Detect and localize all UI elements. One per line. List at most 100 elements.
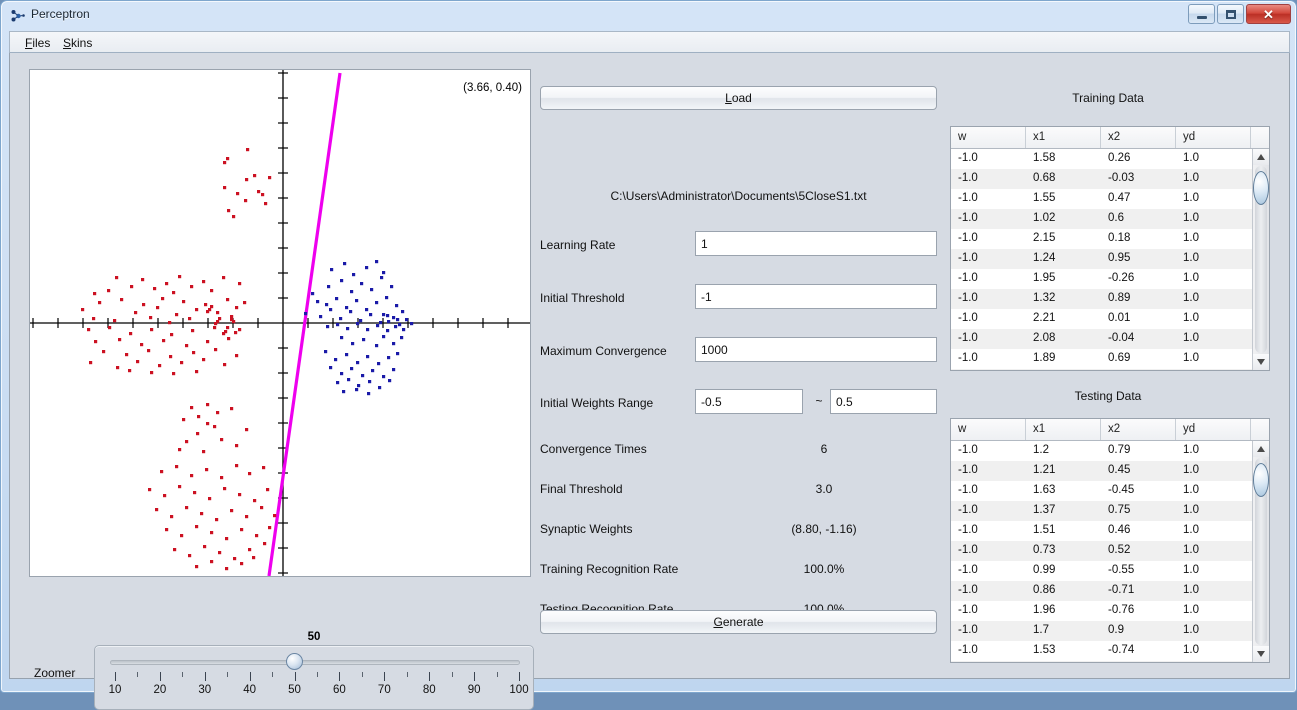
cell-yd: 1.0	[1183, 272, 1199, 284]
cell-x1: 1.2	[1033, 444, 1049, 456]
table-row[interactable]: -1.0 1.32 0.89 1.0	[951, 289, 1269, 309]
table-row[interactable]: -1.0 2.15 0.18 1.0	[951, 229, 1269, 249]
testing-table-body[interactable]: -1.0 1.2 0.79 1.0 -1.0 1.21 0.45 1.0 -1.0 1.63 -0.…	[951, 441, 1269, 662]
column-header-x2[interactable]: x2	[1101, 419, 1176, 440]
column-header-yd[interactable]: yd	[1176, 419, 1251, 440]
slider-tick-label: 30	[198, 684, 212, 696]
slider-tick-major	[115, 672, 116, 681]
slider-tick-label: 90	[467, 684, 481, 696]
menu-item-skins[interactable]: Skins	[58, 35, 97, 51]
table-row[interactable]: -1.0 0.86 -0.71 1.0	[951, 581, 1269, 601]
slider-tick-major	[339, 672, 341, 681]
table-row[interactable]: -1.0 1.53 -0.74 1.0	[951, 641, 1269, 661]
cell-x2: -0.17	[1101, 661, 1176, 662]
table-row[interactable]: -1.0 1.24 0.95 1.0	[951, 249, 1269, 269]
training-scrollbar[interactable]	[1252, 149, 1269, 370]
menu-item-files[interactable]: Files	[20, 35, 55, 51]
table-row[interactable]: -1.0 1.21 0.45 1.0	[951, 461, 1269, 481]
title-bar[interactable]: Perceptron ✕	[1, 1, 1297, 30]
table-row[interactable]: -1.01.94-0.881.0	[951, 369, 1269, 370]
cell-yd: 1.0	[1183, 252, 1199, 264]
cell-w: -1.0	[958, 252, 978, 264]
cell-x2: -0.45	[1108, 484, 1135, 496]
training-table-body[interactable]: -1.0 1.58 0.26 1.0 -1.0 0.68 -0.03 1.0 -1.0 1.55 0…	[951, 149, 1269, 370]
learning-rate-input[interactable]: 1	[695, 231, 937, 256]
slider-tick-major	[249, 672, 251, 681]
zoomer-slider-panel[interactable]: 10 20 30 40 50 60 70 80 90 100	[94, 645, 534, 710]
table-row[interactable]: -1.0 1.2 0.79 1.0	[951, 441, 1269, 461]
cell-x1: 1.94	[1026, 369, 1101, 370]
table-row[interactable]: -1.0 1.95 -0.26 1.0	[951, 269, 1269, 289]
table-row[interactable]: -1.0 1.51 0.46 1.0	[951, 521, 1269, 541]
generate-rest: enerate	[722, 615, 764, 629]
column-header-x1[interactable]: x1	[1026, 419, 1101, 440]
training-scrollbar-thumb[interactable]	[1253, 171, 1269, 205]
training-scroll-down-icon[interactable]	[1253, 354, 1269, 370]
cell-yd: 1.0	[1183, 444, 1199, 456]
initial-threshold-input[interactable]: -1	[695, 284, 937, 309]
table-row[interactable]: -1.0 1.37 0.75 1.0	[951, 501, 1269, 521]
cell-yd: 1.0	[1183, 332, 1199, 344]
column-header-x1[interactable]: x1	[1026, 127, 1101, 148]
table-row[interactable]: -1.0 1.96 -0.76 1.0	[951, 601, 1269, 621]
maximum-convergence-input[interactable]: 1000	[695, 337, 937, 362]
slider-tick-label: 100	[509, 684, 529, 696]
table-row[interactable]: -1.0 0.99 -0.55 1.0	[951, 561, 1269, 581]
slider-tick-minor	[137, 672, 139, 677]
weights-range-separator: ~	[815, 394, 823, 408]
training-data-table[interactable]: w x1 x2 yd -1.0 1.58 0.26 1.0 -1.0 0.68 -0.03 1.0-…	[950, 126, 1270, 371]
cell-yd: 1.0	[1183, 544, 1199, 556]
value-final-threshold: 3.0	[815, 482, 833, 496]
testing-scrollbar[interactable]	[1252, 441, 1269, 662]
table-row[interactable]: -1.0 0.68 -0.03 1.0	[951, 169, 1269, 189]
column-header-w[interactable]: w	[951, 419, 1026, 440]
load-rest: oad	[731, 91, 752, 105]
table-row[interactable]: -1.0 2.21 0.01 1.0	[951, 309, 1269, 329]
testing-data-table[interactable]: w x1 x2 yd -1.0 1.2 0.79 1.0 -1.0 1.21 0.45 1.0 -1.…	[950, 418, 1270, 663]
cell-x1: 1.95	[1033, 272, 1056, 284]
testing-scrollbar-thumb[interactable]	[1253, 463, 1269, 497]
cell-x2: -0.76	[1108, 604, 1135, 616]
zoomer-slider-track[interactable]	[110, 660, 520, 665]
column-header-yd[interactable]: yd	[1176, 127, 1251, 148]
table-row[interactable]: -1.0 2.08 -0.04 1.0	[951, 329, 1269, 349]
table-row[interactable]: -1.0 1.58 0.26 1.0	[951, 149, 1269, 169]
weights-range-to-input[interactable]: 0.5	[830, 389, 937, 414]
testing-scroll-up-icon[interactable]	[1253, 441, 1269, 457]
training-data-title: Training Data	[1072, 91, 1144, 105]
training-scroll-up-icon[interactable]	[1253, 149, 1269, 165]
value-convergence-times: 6	[820, 442, 828, 456]
cell-yd: 1.0	[1183, 152, 1199, 164]
cell-x2: -0.55	[1108, 564, 1135, 576]
scatter-plot-panel[interactable]: (3.66, 0.40)	[29, 69, 531, 577]
table-row[interactable]: -1.0 0.73 0.52 1.0	[951, 541, 1269, 561]
column-header-w[interactable]: w	[951, 127, 1026, 148]
column-header-x2[interactable]: x2	[1101, 127, 1176, 148]
close-button[interactable]: ✕	[1246, 4, 1291, 24]
table-row[interactable]: -1.0 1.89 0.69 1.0	[951, 349, 1269, 369]
maximize-button[interactable]	[1217, 4, 1244, 24]
cell-x2: 0.69	[1108, 352, 1131, 364]
cell-yd: 1.0	[1176, 661, 1251, 662]
minimize-button[interactable]	[1188, 4, 1215, 24]
cell-x1: 1.58	[1033, 152, 1056, 164]
table-row[interactable]: -1.02.26-0.171.0	[951, 661, 1269, 662]
cell-x2: 0.01	[1108, 312, 1131, 324]
cell-x1: 1.89	[1033, 352, 1056, 364]
zoomer-slider-thumb[interactable]	[286, 653, 304, 670]
cell-x1: 1.24	[1033, 252, 1056, 264]
weights-range-from-input[interactable]: -0.5	[695, 389, 803, 414]
table-row[interactable]: -1.0 1.7 0.9 1.0	[951, 621, 1269, 641]
table-row[interactable]: -1.0 1.02 0.6 1.0	[951, 209, 1269, 229]
table-row[interactable]: -1.0 1.63 -0.45 1.0	[951, 481, 1269, 501]
testing-scroll-down-icon[interactable]	[1253, 646, 1269, 662]
cell-x2: 0.47	[1108, 192, 1131, 204]
table-row[interactable]: -1.0 1.55 0.47 1.0	[951, 189, 1269, 209]
client-area: (3.66, 0.40) Zoomer 50 10 20 30 40 50 60 70 80 9…	[9, 53, 1290, 710]
zoomer-label: Zoomer	[34, 666, 76, 680]
cell-yd: 1.0	[1183, 212, 1199, 224]
generate-button[interactable]: Generate	[540, 610, 937, 634]
slider-tick-minor	[317, 672, 318, 677]
cell-w: -1.0	[958, 564, 978, 576]
load-button[interactable]: Load	[540, 86, 937, 110]
